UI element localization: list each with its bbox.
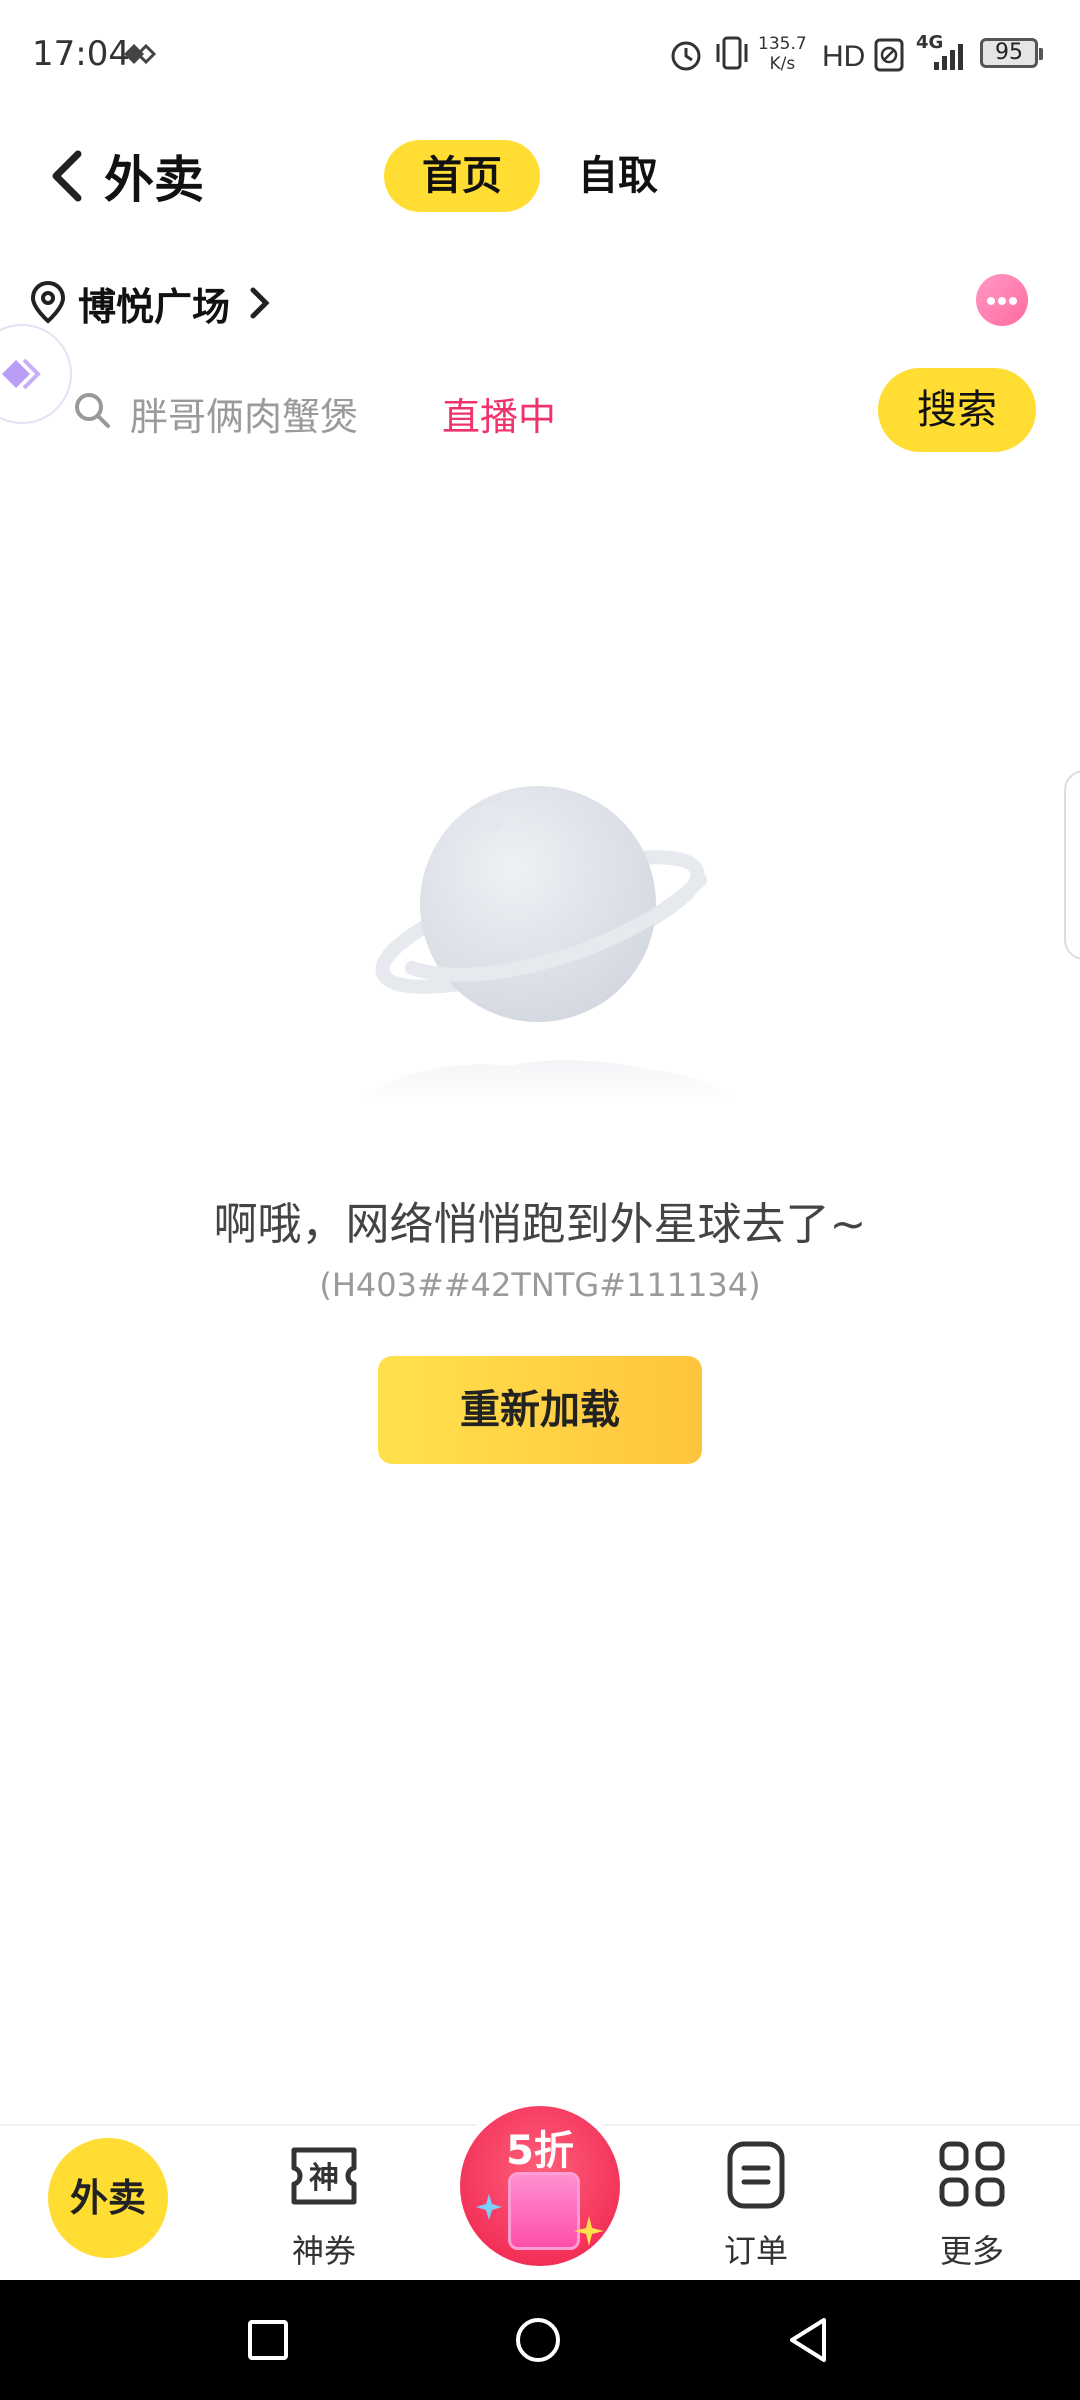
cell-signal-icon — [934, 44, 963, 70]
status-bar: 17:04 135.7 K/s HD 4G 95 — [0, 0, 1080, 110]
gift-box-icon — [508, 2172, 580, 2250]
nav-takeout[interactable]: 外卖 — [0, 2126, 216, 2282]
floating-assistant-button[interactable] — [0, 324, 72, 424]
promo-button[interactable]: 5折 — [452, 2098, 628, 2274]
tab-home[interactable]: 首页 — [384, 140, 540, 212]
back-button[interactable] — [46, 148, 86, 204]
message-dot-icon — [987, 297, 995, 305]
nav-more[interactable]: 更多 — [864, 2126, 1080, 2282]
svg-text:神: 神 — [309, 2161, 339, 2196]
takeout-icon: 外卖 — [48, 2138, 168, 2258]
nav-coupon[interactable]: 神 神券 — [216, 2126, 432, 2282]
sim-icon — [874, 38, 904, 72]
message-dot-icon — [1009, 297, 1017, 305]
net-speed: 135.7 K/s — [758, 34, 807, 74]
search-icon — [75, 393, 110, 428]
message-dot-icon — [998, 297, 1006, 305]
message-button[interactable] — [976, 274, 1028, 326]
battery-indicator: 95 — [980, 38, 1043, 68]
home-icon[interactable] — [514, 2316, 562, 2364]
nav-more-label: 更多 — [939, 2232, 1004, 2270]
live-badge: 直播中 — [442, 395, 557, 439]
error-message: 啊哦，网络悄悄跑到外星球去了~ — [213, 1199, 867, 1250]
promo-label: 5折 — [506, 2128, 574, 2174]
svg-text:HD: HD — [822, 40, 865, 72]
hd-icon: HD — [822, 40, 865, 72]
planet-illustration — [360, 786, 740, 1100]
signal-diamond-icon — [124, 43, 156, 65]
vibrate-icon — [716, 36, 748, 70]
diamond-arrow-icon — [2, 358, 41, 390]
net-speed-unit: K/s — [769, 54, 796, 74]
back-nav-icon[interactable] — [786, 2316, 830, 2364]
nav-orders[interactable]: 订单 — [648, 2126, 864, 2282]
coupon-icon: 神 — [291, 2147, 357, 2205]
promo-gift-icon: 5折 — [460, 2106, 620, 2266]
recent-apps-icon[interactable] — [246, 2318, 290, 2362]
location-pin-icon — [30, 280, 66, 324]
tab-pickup[interactable]: 自取 — [568, 140, 668, 212]
error-code: (H403##42TNTG#111134) — [319, 1266, 761, 1304]
page-title: 外卖 — [104, 151, 204, 209]
system-nav-bar — [0, 2280, 1080, 2400]
chevron-right-icon — [250, 287, 270, 319]
grid-icon — [939, 2141, 1005, 2207]
search-input[interactable]: 胖哥俩肉蟹煲 — [130, 386, 358, 441]
order-icon — [727, 2141, 785, 2209]
net-speed-value: 135.7 — [758, 34, 807, 54]
nav-coupon-label: 神券 — [291, 2232, 356, 2270]
sparkle-icon — [574, 2216, 604, 2246]
edge-drawer-handle[interactable] — [1064, 770, 1080, 960]
reload-button[interactable]: 重新加载 — [378, 1356, 702, 1464]
alarm-icon — [671, 41, 701, 71]
nav-orders-label: 订单 — [723, 2232, 788, 2270]
status-time: 17:04 — [32, 34, 130, 74]
sparkle-icon — [476, 2194, 502, 2220]
location-label: 博悦广场 — [78, 285, 231, 329]
search-button[interactable]: 搜索 — [878, 368, 1036, 452]
